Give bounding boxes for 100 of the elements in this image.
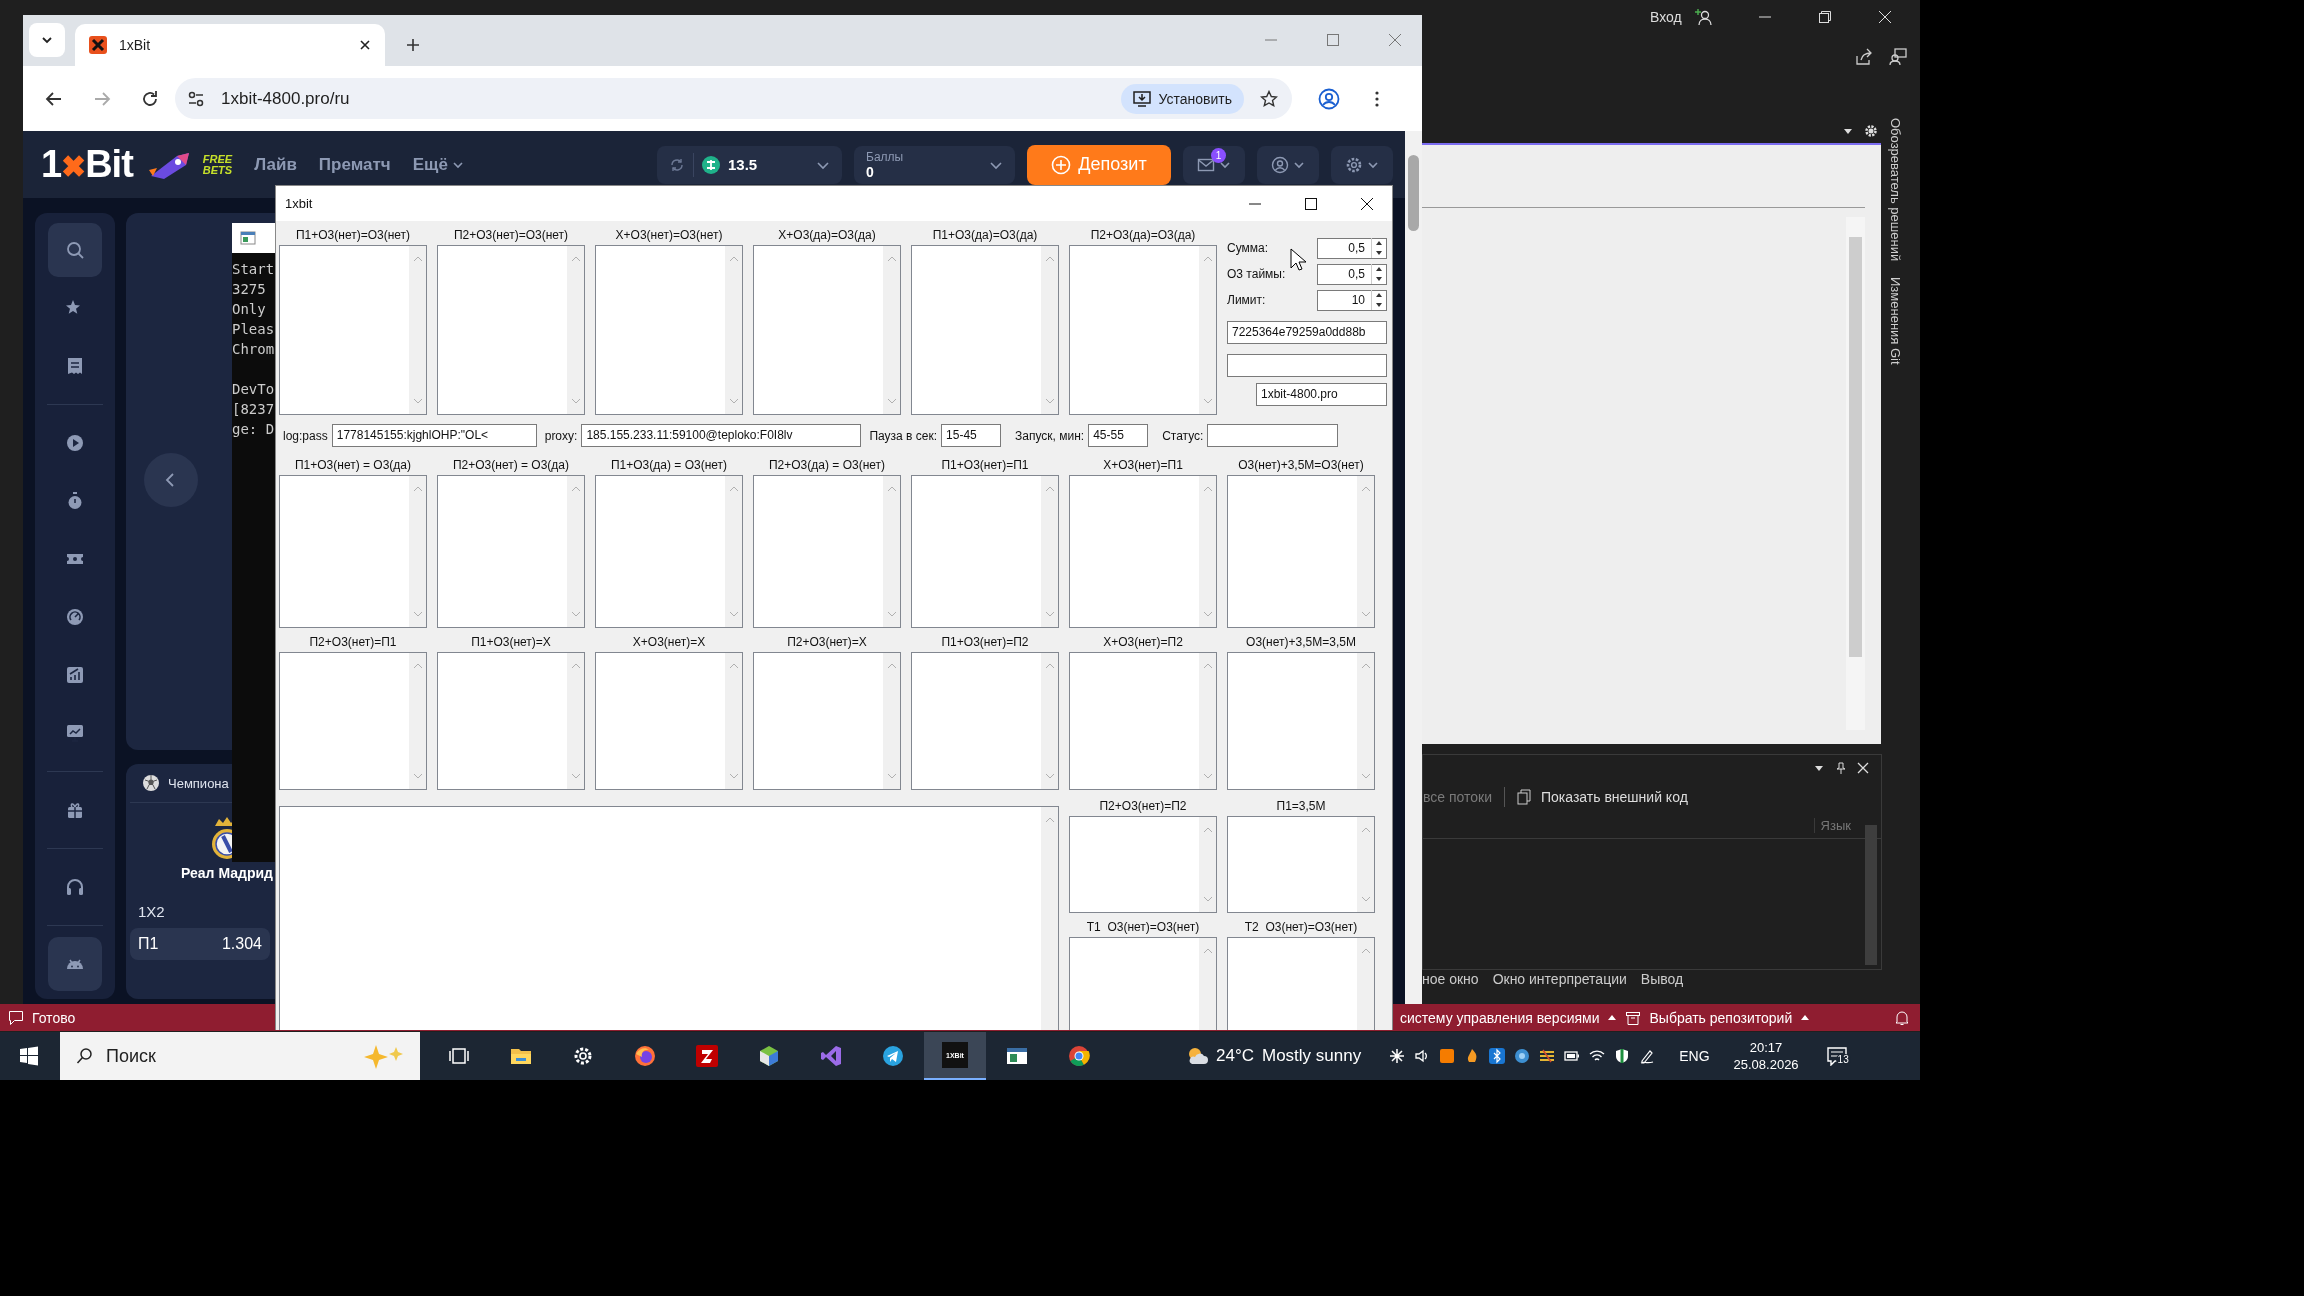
box-icon[interactable] xyxy=(1439,1048,1456,1064)
number-field[interactable]: 10 xyxy=(1317,289,1387,311)
shield-icon[interactable] xyxy=(1614,1048,1631,1064)
list-box[interactable] xyxy=(911,652,1059,790)
number-field[interactable]: 0,5 xyxy=(1317,263,1387,285)
spin-up-icon[interactable] xyxy=(1374,265,1384,273)
android-icon[interactable] xyxy=(48,937,102,991)
list-box[interactable] xyxy=(279,245,427,415)
scroll-up-icon[interactable] xyxy=(1044,817,1055,823)
reload-icon[interactable] xyxy=(141,89,159,108)
spin-up-icon[interactable] xyxy=(1374,239,1384,247)
add-user-icon[interactable] xyxy=(1693,8,1712,26)
scroll-up-icon[interactable] xyxy=(570,663,581,669)
side-tab[interactable]: Изменения Git xyxy=(1888,277,1903,365)
scroll-down-icon[interactable] xyxy=(570,611,581,617)
list-box[interactable] xyxy=(911,475,1059,628)
address-bar[interactable]: 1xbit-4800.pro/ru Установить xyxy=(175,78,1292,119)
scroll-down-icon[interactable] xyxy=(412,773,423,779)
scroll-up-icon[interactable] xyxy=(1044,486,1055,492)
nav-link[interactable]: Ещё xyxy=(412,154,464,175)
input-field[interactable]: 185.155.233.11:59100@teploko:F0I8lv xyxy=(581,424,862,447)
scroll-up-icon[interactable] xyxy=(1360,486,1371,492)
scroll-down-icon[interactable] xyxy=(1202,896,1213,902)
refresh-icon[interactable] xyxy=(669,156,685,173)
league-name[interactable]: Чемпиона xyxy=(168,775,229,791)
list-box[interactable] xyxy=(753,652,901,790)
scroll-down-icon[interactable] xyxy=(728,611,739,617)
scroll-down-icon[interactable] xyxy=(1202,773,1213,779)
list-box[interactable] xyxy=(595,475,743,628)
scroll-down-icon[interactable] xyxy=(728,773,739,779)
scroll-up-icon[interactable] xyxy=(570,486,581,492)
install-button[interactable]: Установить xyxy=(1120,83,1244,114)
scroll-down-icon[interactable] xyxy=(886,611,897,617)
input-field[interactable] xyxy=(1207,424,1339,447)
balance-selector[interactable]: 13.5 xyxy=(657,145,842,184)
spin-up-icon[interactable] xyxy=(1374,291,1384,299)
search-field[interactable]: Поиск xyxy=(60,1032,420,1080)
list-box[interactable] xyxy=(911,245,1059,415)
scroll-down-icon[interactable] xyxy=(886,398,897,404)
token-field[interactable]: 7225364e79259a0dd88b xyxy=(1227,321,1387,344)
spin-down-icon[interactable] xyxy=(1374,275,1384,283)
account-button[interactable] xyxy=(1257,145,1319,184)
input-field[interactable] xyxy=(1227,354,1387,377)
list-box[interactable] xyxy=(1069,245,1217,415)
scroll-up-icon[interactable] xyxy=(1202,256,1213,262)
scroll-up-icon[interactable] xyxy=(1202,948,1213,954)
panel-tab[interactable]: Вывод xyxy=(1640,971,1684,987)
star-icon[interactable] xyxy=(1260,89,1278,108)
scroll-down-icon[interactable] xyxy=(886,773,897,779)
input-field[interactable]: 1778145155:kjghlOHP:"OL< xyxy=(331,424,537,447)
toolbar-button[interactable]: Показать внешний код xyxy=(1541,789,1688,805)
scroll-up-icon[interactable] xyxy=(886,663,897,669)
nav-link[interactable]: Прематч xyxy=(318,154,391,175)
scroll-down-icon[interactable] xyxy=(1202,611,1213,617)
close-icon[interactable] xyxy=(359,39,371,51)
points-selector[interactable]: Баллы 0 xyxy=(854,145,1015,184)
list-box[interactable] xyxy=(437,475,585,628)
scroll-up-icon[interactable] xyxy=(1044,256,1055,262)
scroll-up-icon[interactable] xyxy=(1360,663,1371,669)
scroll-down-icon[interactable] xyxy=(1044,398,1055,404)
scroll-up-icon[interactable] xyxy=(886,486,897,492)
list-box[interactable] xyxy=(1227,652,1375,790)
list-box[interactable] xyxy=(753,475,901,628)
back-icon[interactable] xyxy=(45,89,63,108)
scroll-up-icon[interactable] xyxy=(1044,663,1055,669)
scroll-up-icon[interactable] xyxy=(412,256,423,262)
scroll-up-icon[interactable] xyxy=(1202,486,1213,492)
weather-widget[interactable]: 24°C Mostly sunny xyxy=(1186,1045,1362,1067)
scroll-up-icon[interactable] xyxy=(1360,827,1371,833)
list-box[interactable] xyxy=(1227,475,1375,628)
scroll-down-icon[interactable] xyxy=(1360,611,1371,617)
spin-down-icon[interactable] xyxy=(1374,249,1384,257)
scroll-down-icon[interactable] xyxy=(1202,398,1213,404)
list-box[interactable] xyxy=(595,245,743,415)
close-icon[interactable] xyxy=(1360,196,1374,211)
scrollbar[interactable] xyxy=(1865,825,1877,965)
scroll-up-icon[interactable] xyxy=(728,663,739,669)
scroll-down-icon[interactable] xyxy=(1360,773,1371,779)
list-box[interactable] xyxy=(1069,475,1217,628)
list-box[interactable] xyxy=(1069,816,1217,913)
domain-field[interactable]: 1xbit-4800.pro xyxy=(1256,383,1387,406)
list-box[interactable] xyxy=(753,245,901,415)
scroll-down-icon[interactable] xyxy=(570,398,581,404)
scroll-down-icon[interactable] xyxy=(1044,773,1055,779)
bluetooth-icon[interactable] xyxy=(1489,1048,1506,1064)
scroll-up-icon[interactable] xyxy=(728,486,739,492)
scroll-up-icon[interactable] xyxy=(412,663,423,669)
profile-icon[interactable] xyxy=(1318,87,1340,110)
nav-link[interactable]: Лайв xyxy=(254,154,297,175)
odds-button[interactable]: П1 1.304 xyxy=(130,928,270,960)
new-tab-icon[interactable] xyxy=(405,37,421,53)
feedback-icon[interactable] xyxy=(1889,48,1907,66)
scroll-up-icon[interactable] xyxy=(412,486,423,492)
spin-down-icon[interactable] xyxy=(1374,301,1384,309)
pin-icon[interactable] xyxy=(1835,762,1847,774)
messages-button[interactable]: 1 xyxy=(1183,145,1245,184)
site-settings-icon[interactable] xyxy=(187,89,205,108)
scroll-up-icon[interactable] xyxy=(1202,827,1213,833)
bell-icon[interactable] xyxy=(1894,1009,1910,1026)
forward-icon[interactable] xyxy=(93,89,111,108)
